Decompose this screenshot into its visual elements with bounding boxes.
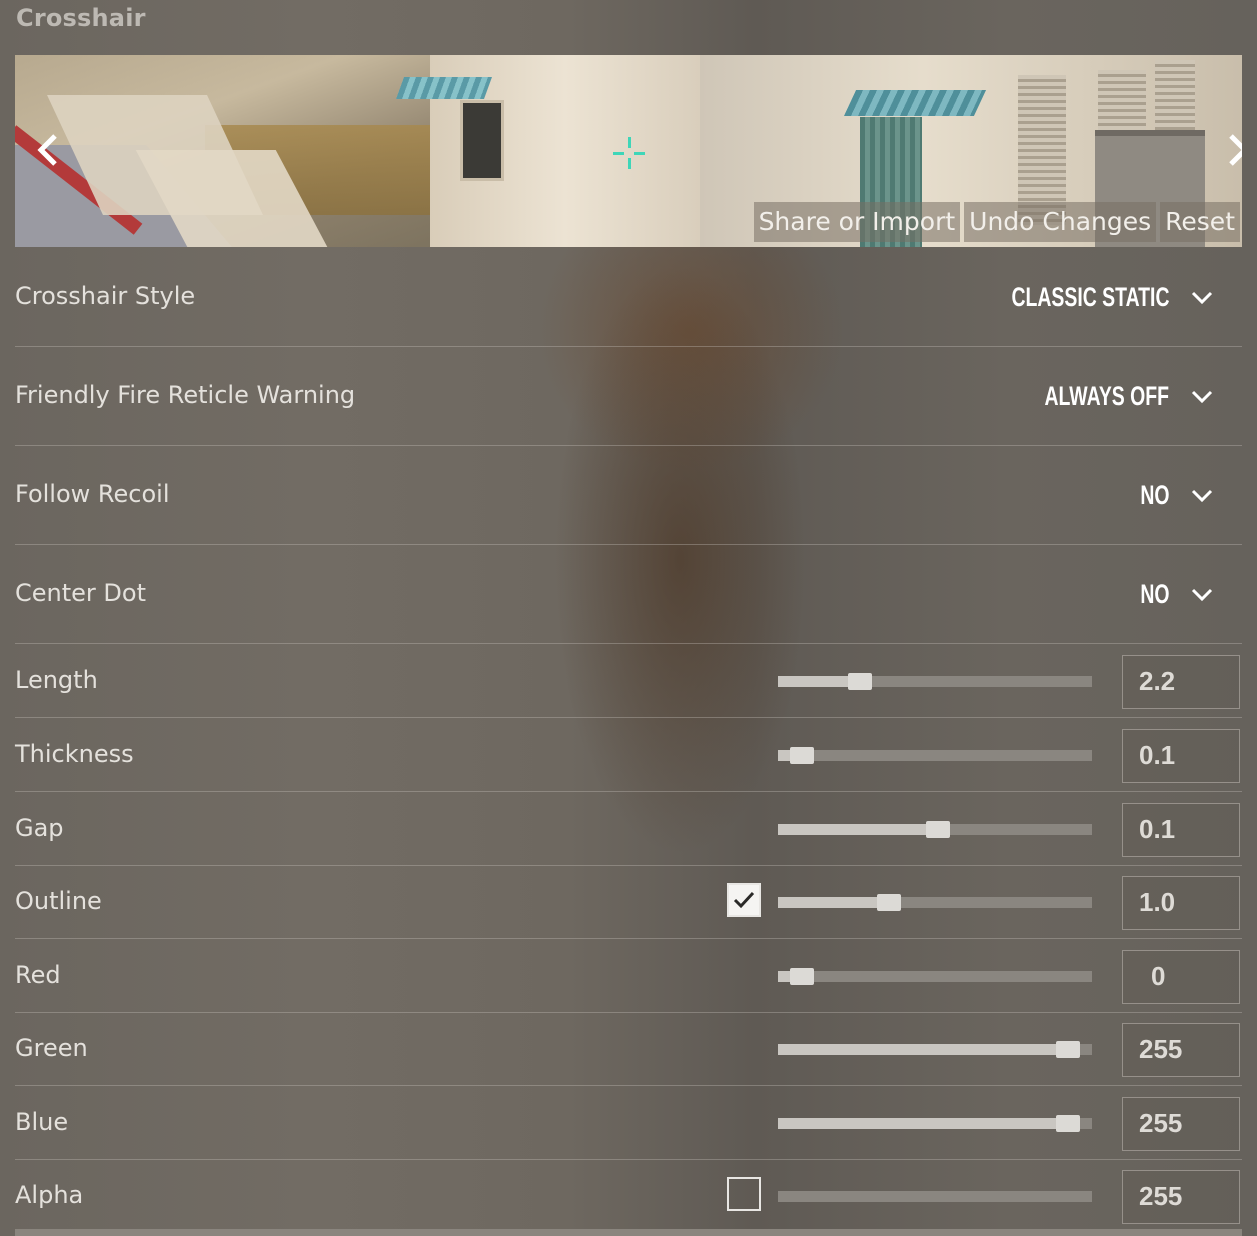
blue-row: Blue 255 (15, 1086, 1242, 1160)
dropdown-value: CLASSIC STATIC (1010, 282, 1169, 312)
outline-row: Outline 1.0 (15, 865, 1242, 939)
dropdown-value: NO (1139, 480, 1169, 510)
chevron-right-icon (1229, 134, 1242, 166)
slider-value: 255 (1139, 1181, 1183, 1211)
reset-button[interactable]: Reset (1160, 202, 1240, 242)
slider-thumb[interactable] (925, 821, 950, 838)
red-row: Red 0 (15, 939, 1242, 1013)
crosshair-style-row: Crosshair Style CLASSIC STATIC (15, 248, 1242, 347)
chevron-down-icon (1191, 588, 1213, 602)
setting-label: Crosshair Style (15, 282, 196, 310)
slider-value: 0.1 (1139, 740, 1176, 770)
slider-thumb[interactable] (847, 673, 872, 690)
outline-checkbox[interactable] (727, 883, 761, 917)
blue-slider[interactable] (778, 1115, 1092, 1132)
center-dot-row: Center Dot NO (15, 545, 1242, 644)
setting-label: Center Dot (15, 579, 146, 607)
crosshair-icon (613, 137, 645, 169)
slider-thumb[interactable] (876, 894, 901, 911)
blue-value-input[interactable]: 255 (1122, 1097, 1240, 1151)
checkmark-icon (733, 891, 755, 909)
follow-recoil-row: Follow Recoil NO (15, 446, 1242, 545)
slider-value: 0.1 (1139, 814, 1176, 844)
gap-row: Gap 0.1 (15, 792, 1242, 866)
setting-label: Length (15, 666, 98, 694)
outline-value-input[interactable]: 1.0 (1122, 876, 1240, 930)
thickness-row: Thickness 0.1 (15, 718, 1242, 792)
setting-label: Alpha (15, 1181, 84, 1209)
length-row: Length 2.2 (15, 644, 1242, 718)
length-slider[interactable] (778, 673, 1092, 690)
setting-label: Thickness (15, 740, 134, 768)
setting-label: Friendly Fire Reticle Warning (15, 381, 356, 409)
setting-label: Green (15, 1034, 88, 1062)
scroll-edge (15, 1229, 1242, 1236)
slider-value: 1.0 (1139, 887, 1176, 917)
thickness-value-input[interactable]: 0.1 (1122, 729, 1240, 783)
chevron-down-icon (1191, 291, 1213, 305)
alpha-value-input[interactable]: 255 (1122, 1170, 1240, 1224)
gap-slider[interactable] (778, 821, 1092, 838)
crosshair-preview: Share or Import Undo Changes Reset (15, 55, 1242, 247)
section-title: Crosshair (16, 4, 146, 32)
next-map-button[interactable] (1223, 130, 1242, 170)
slider-value: 2.2 (1139, 666, 1176, 696)
length-value-input[interactable]: 2.2 (1122, 655, 1240, 709)
undo-changes-button[interactable]: Undo Changes (964, 202, 1157, 242)
slider-fill (778, 1118, 1069, 1129)
red-slider[interactable] (778, 968, 1092, 985)
friendly-fire-warning-row: Friendly Fire Reticle Warning ALWAYS OFF (15, 347, 1242, 446)
thickness-slider[interactable] (778, 747, 1092, 764)
red-value-input[interactable]: 0 (1122, 950, 1240, 1004)
slider-thumb[interactable] (1056, 1115, 1081, 1132)
gap-value-input[interactable]: 0.1 (1122, 803, 1240, 857)
chevron-down-icon (1191, 489, 1213, 503)
slider-fill (778, 1044, 1069, 1055)
chevron-left-icon (37, 134, 57, 166)
setting-label: Gap (15, 814, 64, 842)
slider-thumb[interactable] (789, 747, 814, 764)
alpha-row: Alpha 255 (15, 1159, 1242, 1232)
dropdown-value: NO (1139, 579, 1169, 609)
slider-thumb[interactable] (789, 968, 814, 985)
green-value-input[interactable]: 255 (1122, 1023, 1240, 1077)
slider-fill (778, 824, 938, 835)
setting-label: Blue (15, 1108, 69, 1136)
slider-value: 0 (1151, 961, 1166, 991)
green-row: Green 255 (15, 1012, 1242, 1086)
previous-map-button[interactable] (33, 130, 63, 170)
setting-label: Follow Recoil (15, 480, 170, 508)
green-slider[interactable] (778, 1041, 1092, 1058)
slider-fill (778, 897, 889, 908)
chevron-down-icon (1191, 390, 1213, 404)
setting-label: Outline (15, 887, 102, 915)
setting-label: Red (15, 961, 61, 989)
alpha-slider[interactable] (778, 1191, 1092, 1202)
share-or-import-button[interactable]: Share or Import (753, 202, 961, 242)
slider-value: 255 (1139, 1034, 1183, 1064)
slider-thumb[interactable] (1056, 1041, 1081, 1058)
alpha-checkbox[interactable] (727, 1177, 761, 1211)
slider-value: 255 (1139, 1108, 1183, 1138)
dropdown-value: ALWAYS OFF (1044, 381, 1169, 411)
outline-slider[interactable] (778, 894, 1092, 911)
